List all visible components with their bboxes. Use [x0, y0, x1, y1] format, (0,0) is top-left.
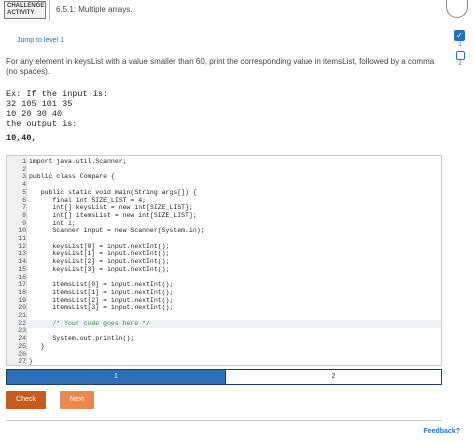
challenge-activity-badge: CHALLENGE ACTIVITY [4, 1, 46, 19]
progress-segment-1[interactable]: 1 [7, 370, 225, 384]
check-button[interactable]: Check [6, 391, 46, 409]
code-editor[interactable]: 1 import java.util.Scanner; 2 3 public class… [6, 155, 442, 366]
sample-input-line2: 10 20 30 40 [6, 109, 63, 119]
code-text[interactable]: } [29, 358, 33, 365]
sample-input-line1: 32 105 101 35 [6, 99, 73, 109]
level-2-number: 2 [458, 61, 462, 67]
feedback-link[interactable]: Feedback? [423, 428, 460, 435]
level-progress-bar: 1 2 [6, 369, 442, 385]
sample-io: Ex: If the input is: 32 105 101 35 10 20 3… [6, 89, 108, 143]
instructions-text: For any element in keysList with a value… [6, 57, 435, 76]
level-indicator: ✓ 1 2 [454, 30, 466, 70]
divider [6, 420, 442, 421]
sample-outro: the output is: [6, 119, 78, 129]
checkmark-icon[interactable]: ✓ [454, 30, 465, 41]
next-button[interactable]: Next [60, 391, 94, 409]
activity-title: 6.5.1: Multiple arrays. [56, 5, 133, 14]
header-divider [49, 0, 50, 22]
level-1-number: 1 [458, 42, 462, 48]
progress-segment-2[interactable]: 2 [225, 370, 441, 384]
header-bar: CHALLENGE ACTIVITY 6.5.1: Multiple array… [0, 0, 474, 22]
sample-output: 10,40, [6, 133, 37, 143]
jump-to-level-link[interactable]: Jump to level 1 [17, 37, 64, 44]
badge-line2: ACTIVITY [7, 10, 35, 16]
level-2-box[interactable] [455, 51, 465, 60]
shield-icon[interactable] [446, 0, 468, 18]
badge-line1: CHALLENGE [7, 3, 45, 9]
line-number: 27 [18, 358, 26, 366]
code-line[interactable]: 27} [7, 358, 441, 366]
sample-intro: Ex: If the input is: [6, 89, 109, 99]
